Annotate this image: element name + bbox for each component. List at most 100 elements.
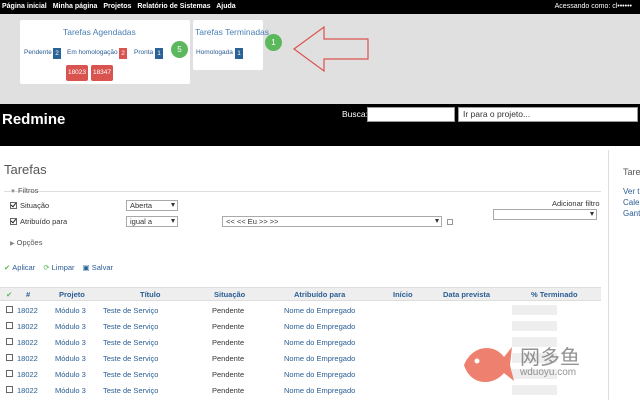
- select-all-check-icon[interactable]: ✔: [6, 290, 12, 299]
- issue-assignee-link[interactable]: Nome do Empregado: [284, 370, 355, 379]
- sidebar-link-gantt[interactable]: Gant: [623, 209, 640, 218]
- brand-title[interactable]: Redmine: [2, 111, 65, 128]
- nav-projects[interactable]: Projetos: [103, 3, 131, 10]
- multi-select-toggle-icon[interactable]: [447, 219, 453, 225]
- filters-divider: [4, 191, 601, 192]
- issue-project-link[interactable]: Módulo 3: [55, 338, 86, 347]
- col-header-title[interactable]: Título: [140, 290, 160, 299]
- homologation-label[interactable]: Em homologação: [67, 49, 118, 56]
- add-filter-label: Adicionar filtro: [552, 199, 600, 208]
- issues-table-header: ✔ # Projeto Título Situação Atribuído pa…: [0, 287, 601, 301]
- progress-bar: [512, 305, 557, 315]
- apply-button[interactable]: ✔ Aplicar: [4, 263, 35, 272]
- sidebar-link-view[interactable]: Ver t: [623, 187, 639, 196]
- issue-id-link[interactable]: 18022: [17, 322, 38, 331]
- finished-tasks-panel: Tarefas Terminadas Homologada 1: [193, 20, 269, 70]
- table-row: 18022 Módulo 3 Teste de Serviço Pendente…: [0, 318, 601, 334]
- fish-logo-icon: [464, 347, 514, 383]
- nav-help[interactable]: Ajuda: [216, 3, 235, 10]
- col-header-done[interactable]: % Terminado: [531, 290, 578, 299]
- nav-my-page[interactable]: Minha página: [53, 3, 98, 10]
- col-header-start[interactable]: Início: [393, 290, 413, 299]
- filter-assignee-value: << << Eu >> >>: [226, 217, 279, 226]
- filter-assignee-operator-select[interactable]: igual a: [126, 216, 178, 227]
- clear-button[interactable]: ⟳ Limpar: [43, 263, 74, 272]
- add-filter-select[interactable]: [493, 209, 597, 220]
- issue-title-link[interactable]: Teste de Serviço: [103, 338, 158, 347]
- filter-assignee-operator: igual a: [130, 217, 153, 226]
- options-legend-label: Opções: [16, 238, 43, 247]
- homologated-count-badge[interactable]: 1: [235, 48, 243, 59]
- chevron-down-icon: [171, 203, 175, 207]
- issue-id-link[interactable]: 18022: [17, 306, 38, 315]
- issue-project-link[interactable]: Módulo 3: [55, 306, 86, 315]
- issue-id-link[interactable]: 18022: [17, 354, 38, 363]
- col-header-assignee[interactable]: Atribuído para: [294, 290, 345, 299]
- top-nav: Página inicial Minha página Projetos Rel…: [2, 3, 240, 10]
- issue-assignee-link[interactable]: Nome do Empregado: [284, 386, 355, 395]
- issue-project-link[interactable]: Módulo 3: [55, 354, 86, 363]
- filter-status-value-select[interactable]: Aberta: [126, 200, 178, 211]
- issue-title-link[interactable]: Teste de Serviço: [103, 370, 158, 379]
- watermark: 网多鱼 wduoyu.com: [460, 333, 640, 393]
- filter-status-checkbox[interactable]: [10, 202, 17, 209]
- header: Redmine Busca: Ir para o projeto...: [0, 104, 640, 146]
- row-checkbox[interactable]: [6, 354, 13, 361]
- row-checkbox[interactable]: [6, 322, 13, 329]
- col-header-due[interactable]: Data prevista: [443, 290, 490, 299]
- task-id-badge[interactable]: 18023: [66, 65, 88, 81]
- issue-project-link[interactable]: Módulo 3: [55, 370, 86, 379]
- filter-status-value: Aberta: [130, 201, 153, 210]
- watermark-cn: 网多鱼: [520, 345, 580, 369]
- col-header-id[interactable]: #: [26, 290, 30, 299]
- issue-title-link[interactable]: Teste de Serviço: [103, 322, 158, 331]
- nav-system-report[interactable]: Relatório de Sistemas: [137, 3, 210, 10]
- row-checkbox[interactable]: [6, 370, 13, 377]
- project-jump-select[interactable]: Ir para o projeto...: [458, 107, 638, 122]
- nav-home[interactable]: Página inicial: [2, 3, 47, 10]
- search-input[interactable]: [367, 107, 455, 122]
- pending-label[interactable]: Pendente: [24, 49, 52, 56]
- row-checkbox[interactable]: [6, 306, 13, 313]
- caret-right-icon: ▶: [10, 241, 15, 247]
- row-checkbox[interactable]: [6, 338, 13, 345]
- issue-title-link[interactable]: Teste de Serviço: [103, 386, 158, 395]
- issue-status: Pendente: [212, 370, 245, 379]
- ready-count-badge[interactable]: 1: [155, 48, 163, 59]
- filters-legend-label: Filtros: [17, 186, 39, 195]
- issue-assignee-link[interactable]: Nome do Empregado: [284, 338, 355, 347]
- chevron-down-icon: [171, 219, 175, 223]
- filter-assignee-value-select[interactable]: << << Eu >> >>: [222, 216, 442, 227]
- save-button[interactable]: ▣ Salvar: [83, 263, 113, 272]
- pending-count-badge[interactable]: 2: [53, 48, 61, 59]
- issue-assignee-link[interactable]: Nome do Empregado: [284, 354, 355, 363]
- issue-title-link[interactable]: Teste de Serviço: [103, 306, 158, 315]
- sidebar-link-calendar[interactable]: Caler: [623, 198, 640, 207]
- issue-id-link[interactable]: 18022: [17, 386, 38, 395]
- issue-project-link[interactable]: Módulo 3: [55, 386, 86, 395]
- issue-assignee-link[interactable]: Nome do Empregado: [284, 322, 355, 331]
- task-id-badge[interactable]: 18347: [91, 65, 113, 81]
- filter-status-label: Situação: [20, 201, 50, 210]
- options-legend[interactable]: ▶ Opções: [10, 238, 42, 247]
- page-title: Tarefas: [4, 162, 47, 177]
- issue-project-link[interactable]: Módulo 3: [55, 322, 86, 331]
- filters-legend[interactable]: ▼ Filtros: [10, 186, 38, 195]
- finished-total-circle: 1: [265, 34, 282, 51]
- scheduled-tasks-panel: Tarefas Agendadas Pendente 2 Em homologa…: [20, 20, 190, 84]
- issue-id-link[interactable]: 18022: [17, 370, 38, 379]
- issue-status: Pendente: [212, 322, 245, 331]
- homologation-count-badge[interactable]: 2: [119, 48, 127, 59]
- homologated-label[interactable]: Homologada: [196, 49, 233, 56]
- logged-as[interactable]: Acessando como: cl••••••: [555, 3, 632, 10]
- issue-assignee-link[interactable]: Nome do Empregado: [284, 306, 355, 315]
- issue-title-link[interactable]: Teste de Serviço: [103, 354, 158, 363]
- issue-id-link[interactable]: 18022: [17, 338, 38, 347]
- filter-assignee-checkbox[interactable]: [10, 218, 17, 225]
- issue-status: Pendente: [212, 386, 245, 395]
- issue-status: Pendente: [212, 338, 245, 347]
- row-checkbox[interactable]: [6, 386, 13, 393]
- ready-label[interactable]: Pronta: [134, 49, 153, 56]
- col-header-project[interactable]: Projeto: [59, 290, 85, 299]
- col-header-status[interactable]: Situação: [214, 290, 245, 299]
